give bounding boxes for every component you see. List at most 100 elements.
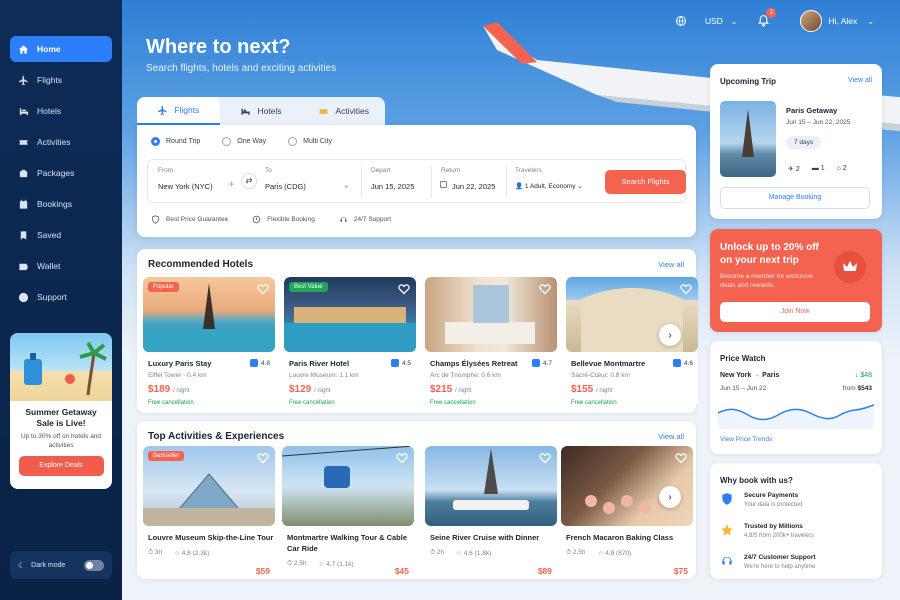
plane-takeoff-icon: ✈ xyxy=(228,180,235,189)
travelers-value: 👤 1 Adult, Economy ⌄ xyxy=(515,182,583,190)
activity-count-value: 2 xyxy=(842,165,847,172)
view-all-hotels-link[interactable]: View all xyxy=(658,260,684,269)
join-now-button[interactable]: Join Now xyxy=(720,302,870,322)
sidebar-nav: Home Flights Hotels Activities Packages … xyxy=(10,36,112,315)
sidebar-item-label: Packages xyxy=(37,168,75,178)
radio-label: One Way xyxy=(237,138,267,145)
calendar-icon xyxy=(19,199,28,209)
help-icon xyxy=(18,292,29,302)
activity-card[interactable]: Seine River Cruise with Dinner ⏱ 2h ☆ 4.6… xyxy=(425,446,557,576)
why-item-title: 24/7 Customer Support xyxy=(744,554,816,561)
panel-title: Why book with us? xyxy=(720,476,793,485)
depart-field[interactable]: Depart Jun 15, 2025 xyxy=(371,167,414,191)
sidebar-item-support[interactable]: Support xyxy=(10,284,112,310)
rating-value: 4.6 xyxy=(463,550,473,557)
activities-next-button[interactable]: › xyxy=(659,486,681,508)
heart-icon[interactable] xyxy=(539,283,551,295)
view-all-trips-link[interactable]: View all xyxy=(848,77,872,84)
offer-title: Unlock up to 20% off on your next trip xyxy=(720,242,819,266)
currency-selector[interactable]: USD xyxy=(705,16,723,26)
radio-dot xyxy=(222,137,232,146)
tab-hotels[interactable]: Hotels xyxy=(220,97,303,125)
heart-icon[interactable] xyxy=(675,452,687,464)
section-title: Recommended Hotels xyxy=(148,259,254,270)
hotel-location: Louvre Museum: 1.1 km xyxy=(289,372,359,379)
to-field[interactable]: To Paris (CDG) xyxy=(265,167,306,191)
dark-mode-toggle[interactable] xyxy=(84,559,104,571)
sidebar-item-hotels[interactable]: Hotels xyxy=(10,98,112,124)
tab-flights[interactable]: Flights xyxy=(137,97,220,125)
activity-card[interactable]: Bestseller Louvre Museum Skip-the-Line T… xyxy=(143,446,275,576)
sidebar-item-flights[interactable]: Flights xyxy=(10,67,112,93)
sidebar-item-activities[interactable]: Activities xyxy=(10,129,112,155)
search-flights-button[interactable]: Search Flights xyxy=(605,170,686,194)
bell-icon[interactable]: 2 xyxy=(757,7,777,29)
heart-icon[interactable] xyxy=(257,283,269,295)
activity-price: $45 xyxy=(394,566,409,576)
heart-icon[interactable] xyxy=(680,283,692,295)
radio-multi-city[interactable]: Multi City xyxy=(288,137,332,146)
trip-dates: Jun 15 – Jun 22, 2025 xyxy=(786,119,851,126)
explore-deals-button[interactable]: Explore Deals xyxy=(18,456,104,476)
sidebar-item-saved[interactable]: Saved xyxy=(10,222,112,248)
activity-card[interactable]: French Macaron Baking Class ⏱ 2.5h ☆ 4.9 … xyxy=(561,446,693,576)
current-price: from $543 xyxy=(843,385,872,392)
sidebar-item-wallet[interactable]: Wallet xyxy=(10,253,112,279)
hotel-image xyxy=(425,277,557,352)
sidebar-item-label: Bookings xyxy=(37,199,72,209)
sidebar-item-packages[interactable]: Packages xyxy=(10,160,112,186)
radio-round-trip[interactable]: Round Trip xyxy=(151,137,200,146)
sidebar-item-home[interactable]: Home xyxy=(10,36,112,62)
shield-icon xyxy=(152,215,159,224)
tab-label: Hotels xyxy=(257,106,282,116)
hero-subtitle: Search flights, hotels and exciting acti… xyxy=(146,63,337,74)
price-prefix: from xyxy=(842,385,856,392)
dark-mode-label: Dark mode xyxy=(31,561,66,569)
user-greeting: Hi, Alex xyxy=(828,16,858,26)
heart-icon[interactable] xyxy=(539,452,551,464)
location-pin-icon: ⌖ xyxy=(344,182,349,191)
hotels-next-button[interactable]: › xyxy=(659,324,681,346)
depart-label: Depart xyxy=(371,167,391,174)
view-price-trends-link[interactable]: View Price Trends xyxy=(720,436,772,443)
globe-icon[interactable] xyxy=(675,15,687,27)
star-icon xyxy=(390,359,399,367)
hotel-rating: 4.8 xyxy=(249,359,270,367)
return-field[interactable]: Return Jun 22, 2025 xyxy=(441,167,495,191)
return-value: Jun 22, 2025 xyxy=(452,182,496,191)
trip-duration-badge: 7 days xyxy=(786,136,822,149)
activity-card[interactable]: Montmartre Walking Tour & Cable Car Ride… xyxy=(282,446,414,576)
feature-best-price: Best Price Guarantee xyxy=(151,215,228,224)
free-cancellation: Free cancellation xyxy=(571,400,617,406)
avatar[interactable] xyxy=(800,10,823,32)
radio-one-way[interactable]: One Way xyxy=(222,137,266,146)
activity-image xyxy=(425,446,557,526)
from-field[interactable]: From New York (NYC) xyxy=(158,167,213,191)
travelers-field[interactable]: Travelers 👤 1 Adult, Economy ⌄ xyxy=(515,167,583,190)
promo-subtitle: Up to 30% off on hotels and activities xyxy=(20,433,102,449)
swap-icon[interactable]: ⇄ xyxy=(241,173,257,189)
activity-name: French Macaron Baking Class xyxy=(566,533,674,542)
heart-icon[interactable] xyxy=(257,452,269,464)
hotel-card[interactable]: Champs Élysées Retreat 4.7 Arc de Triomp… xyxy=(425,277,557,406)
rating-value: 4.5 xyxy=(401,359,411,367)
depart-value: Jun 15, 2025 xyxy=(371,182,415,191)
view-all-activities-link[interactable]: View all xyxy=(658,432,684,441)
heart-icon[interactable] xyxy=(398,283,410,295)
sidebar-item-bookings[interactable]: Bookings xyxy=(10,191,112,217)
heart-icon[interactable] xyxy=(396,452,408,464)
tab-activities[interactable]: Activities xyxy=(302,97,385,125)
manage-booking-button[interactable]: Manage Booking xyxy=(720,187,870,209)
hotel-card[interactable]: Best Value Paris River Hotel 4.5 Louvre … xyxy=(284,277,416,406)
price-value: $129 xyxy=(289,384,312,395)
hotel-image: Best Value xyxy=(284,277,416,352)
price-value: $155 xyxy=(571,384,594,395)
price-unit: / night xyxy=(314,388,331,394)
sidebar: Home Flights Hotels Activities Packages … xyxy=(0,0,122,600)
activity-name: Montmartre Walking Tour & Cable Car Ride xyxy=(287,533,408,553)
headset-icon xyxy=(722,556,732,565)
chevron-down-icon[interactable]: ⌄ xyxy=(867,17,874,26)
activity-image: Bestseller xyxy=(143,446,275,526)
flight-count: ✈ 2 xyxy=(788,165,800,173)
hotel-card[interactable]: Popular Luxury Paris Stay 4.8 Eiffel Tow… xyxy=(143,277,275,406)
